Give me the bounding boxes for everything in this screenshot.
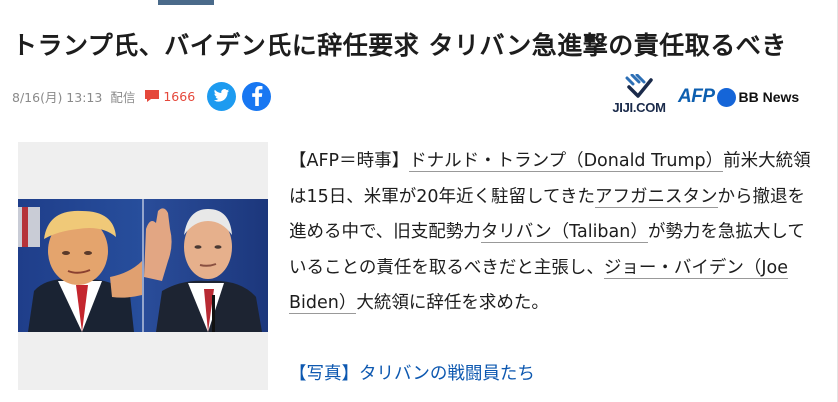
- twitter-share-button[interactable]: [207, 81, 237, 111]
- jiji-wordmark: JIJI.COM: [612, 100, 666, 115]
- article-photo: [18, 199, 268, 332]
- facebook-icon: [251, 86, 263, 106]
- comment-count: 1666: [163, 88, 196, 104]
- jiji-mark-icon: [625, 74, 653, 98]
- bb-dot-icon: [716, 87, 736, 107]
- body-segment-5: 大統領に辞任を求めた。: [356, 293, 549, 313]
- article-photo-container[interactable]: [18, 142, 268, 390]
- bb-news-wordmark: BB News: [738, 89, 800, 105]
- afp-wordmark: AFP: [678, 86, 715, 107]
- comment-link[interactable]: 1666: [143, 88, 195, 104]
- afp-bb-news-logo[interactable]: AFP BB News: [678, 86, 799, 108]
- related-photo-link[interactable]: 【写真】タリバンの戦闘員たち: [289, 360, 535, 385]
- article-headline: トランプ氏、バイデン氏に辞任要求 タリバン急進撃の責任取るべき: [12, 31, 787, 60]
- source-prefix: 【AFP＝時事】: [289, 151, 410, 171]
- link-taliban[interactable]: タリバン（Taliban）: [480, 222, 648, 243]
- published-label: 配信: [110, 89, 136, 105]
- twitter-icon: [213, 89, 230, 102]
- article-meta: 8/16(月) 13:13 配信 1666: [12, 80, 272, 112]
- comment-icon: [143, 88, 161, 104]
- publish-date: 8/16(月) 13:13: [12, 89, 103, 105]
- article-body: 【AFP＝時事】ドナルド・トランプ（Donald Trump）前米大統領は15日…: [289, 144, 811, 322]
- link-donald-trump[interactable]: ドナルド・トランプ（Donald Trump）: [409, 151, 724, 172]
- link-afghanistan[interactable]: アフガニスタン: [595, 186, 718, 208]
- jiji-logo[interactable]: JIJI.COM: [606, 74, 672, 115]
- facebook-share-button[interactable]: [242, 81, 272, 111]
- top-accent-bar: [158, 0, 214, 5]
